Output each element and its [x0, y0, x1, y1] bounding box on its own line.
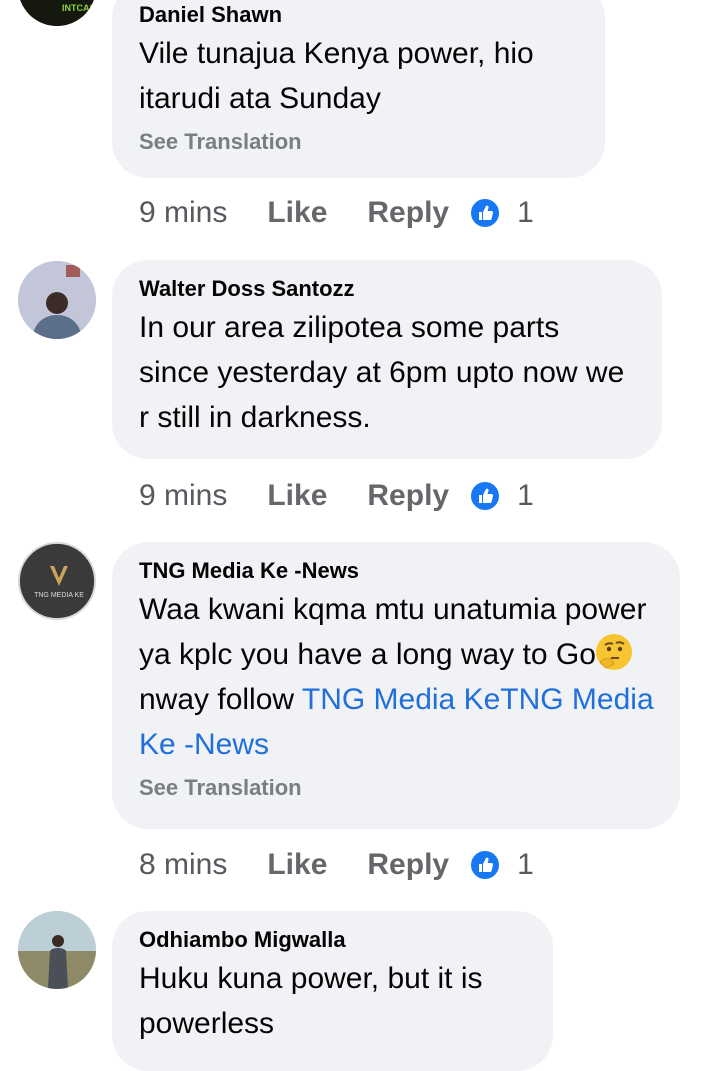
comment-author[interactable]: TNG Media Ke -News [139, 558, 654, 584]
avatar-badge-text: TNG MEDIA KE [34, 592, 84, 599]
avatar-odhiambo-migwalla[interactable] [18, 911, 96, 989]
avatar-walter-doss-santozz[interactable] [18, 261, 96, 339]
comment-text: Vile tunajua Kenya power, hio itarudi at… [139, 37, 534, 115]
avatar-image [18, 911, 96, 989]
comment-bubble[interactable]: TNG Media Ke -News Waa kwani kqma mtu un… [112, 542, 680, 829]
comment-actions: 9 mins Like Reply 1 [139, 193, 534, 233]
see-translation-link[interactable]: See Translation [139, 129, 579, 155]
comment-text: Waa kwani kqma mtu unatumia power ya kpl… [139, 587, 654, 767]
like-button[interactable]: Like [267, 196, 327, 230]
comment-actions: 8 mins Like Reply 1 [139, 845, 534, 885]
comment-text: Huku kuna power, but it is powerless [139, 962, 483, 1040]
thumbs-up-icon[interactable] [469, 197, 502, 229]
comment-text-part: nway follow [139, 683, 302, 716]
comment-author[interactable]: Daniel Shawn [139, 2, 579, 28]
thumbs-up-icon[interactable] [469, 480, 502, 512]
avatar-image: INTCAS [18, 0, 96, 26]
see-translation-link[interactable]: See Translation [139, 775, 654, 801]
comment-author[interactable]: Odhiambo Migwalla [139, 927, 527, 953]
avatar-image [18, 261, 96, 339]
reaction-count[interactable]: 1 [517, 848, 534, 882]
like-button[interactable]: Like [267, 479, 327, 513]
comment-time[interactable]: 9 mins [139, 196, 227, 230]
comment-time[interactable]: 8 mins [139, 848, 227, 882]
comment-text: In our area zilipotea some parts since y… [139, 311, 625, 434]
reply-button[interactable]: Reply [367, 196, 449, 230]
comment-time[interactable]: 9 mins [139, 479, 227, 513]
avatar-daniel-shawn[interactable]: INTCAS [18, 0, 96, 26]
thumbs-up-icon[interactable] [469, 849, 502, 881]
comment-bubble[interactable]: Daniel Shawn Vile tunajua Kenya power, h… [112, 0, 605, 178]
comment-author[interactable]: Walter Doss Santozz [139, 276, 636, 302]
like-button[interactable]: Like [267, 848, 327, 882]
reply-button[interactable]: Reply [367, 848, 449, 882]
thinking-face-icon [595, 634, 632, 670]
reaction-count[interactable]: 1 [517, 479, 534, 513]
reaction-count[interactable]: 1 [517, 196, 534, 230]
avatar-image: TNG MEDIA KE [20, 544, 94, 618]
avatar-tng-media-ke-news[interactable]: TNG MEDIA KE [18, 542, 96, 620]
comment-bubble[interactable]: Walter Doss Santozz In our area zilipote… [112, 260, 662, 459]
comment-text-part: Waa kwani kqma mtu unatumia power ya kpl… [139, 593, 647, 671]
reply-button[interactable]: Reply [367, 479, 449, 513]
avatar-badge-text: INTCAS [62, 3, 96, 13]
comment-actions: 9 mins Like Reply 1 [139, 476, 534, 516]
comment-bubble[interactable]: Odhiambo Migwalla Huku kuna power, but i… [112, 911, 553, 1071]
